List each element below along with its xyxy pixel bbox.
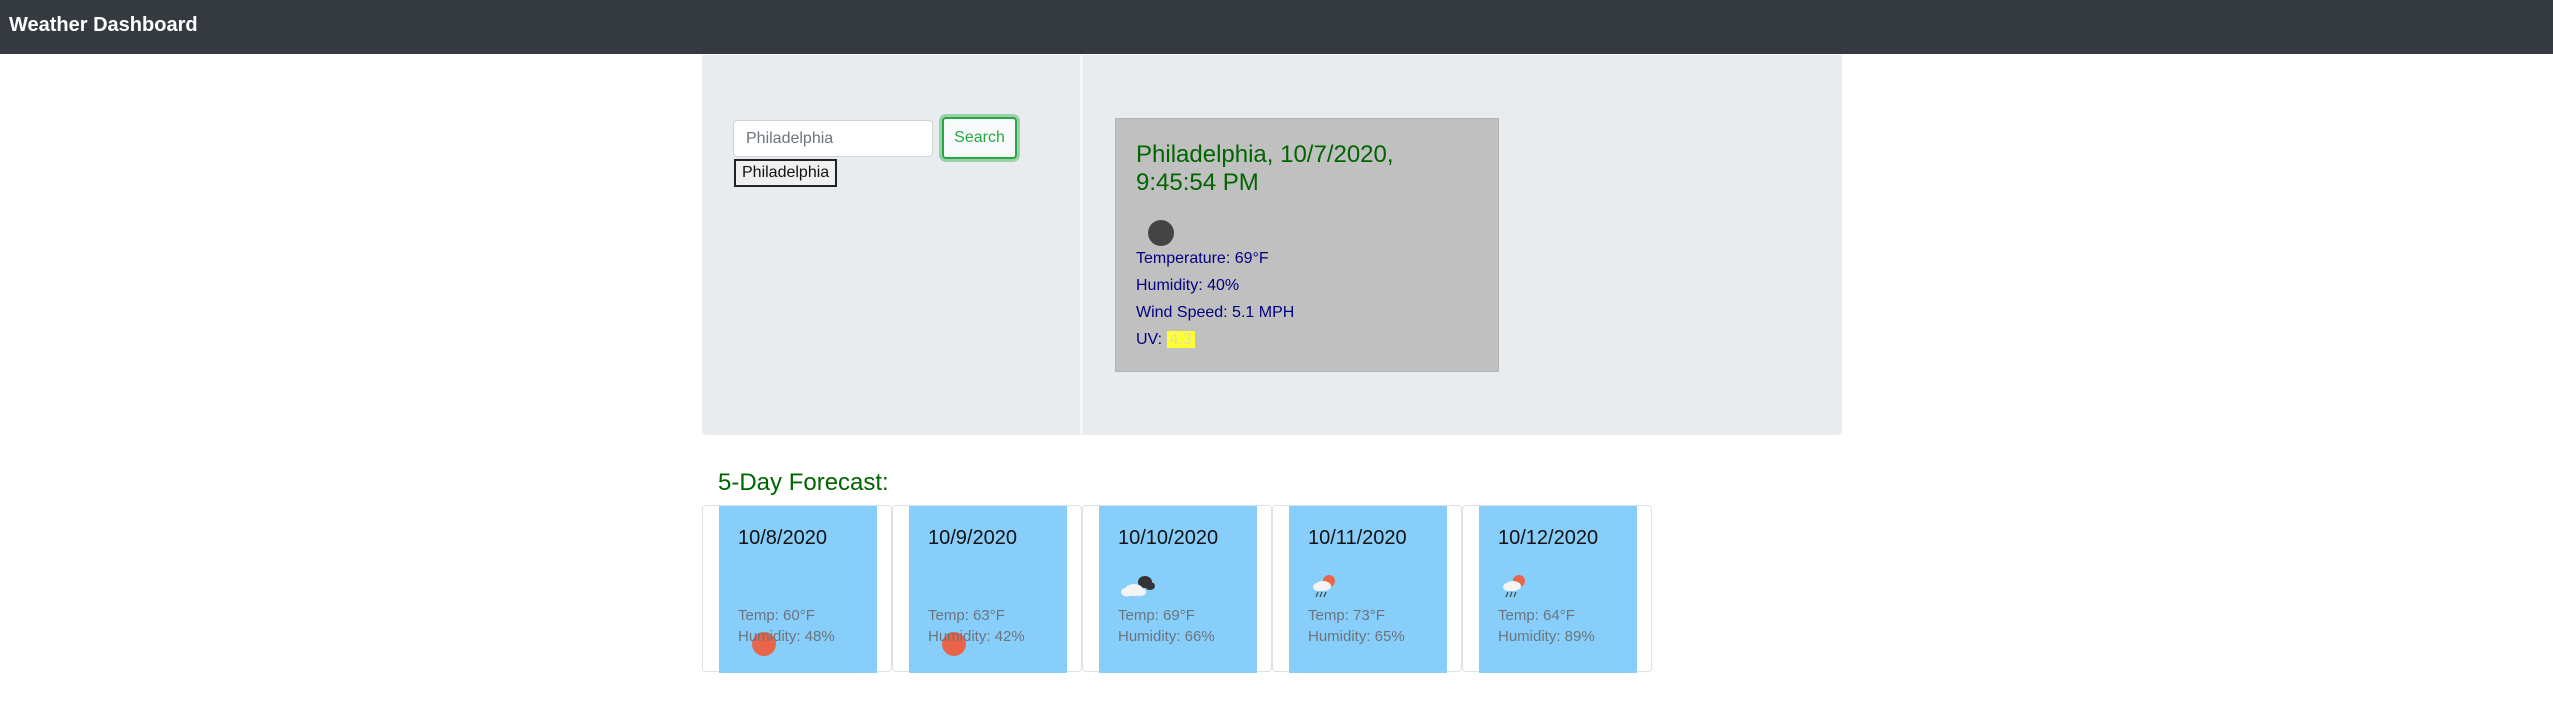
current-wind-speed: Wind Speed: 5.1 MPH [1136, 304, 1295, 321]
forecast-date: 10/10/2020 [1118, 527, 1219, 549]
forecast-card: 10/11/2020 Temp: 73°F Humidity: 65% [1289, 506, 1447, 673]
forecast-heading: 5-Day Forecast: [718, 469, 889, 496]
sun-icon [928, 568, 966, 656]
forecast-column: 10/10/2020 Temp: 69°F Humidity: 66% [1082, 505, 1272, 673]
current-weather-title: Philadelphia, 10/7/2020, 9:45:54 PM [1136, 141, 1394, 196]
navbar: Weather Dashboard [0, 0, 2553, 54]
search-button[interactable]: Search [942, 117, 1017, 159]
sun-icon [738, 568, 776, 656]
forecast-card: 10/10/2020 Temp: 69°F Humidity: 66% [1099, 506, 1257, 673]
forecast-date: 10/12/2020 [1498, 527, 1599, 549]
rain-sun-icon [1498, 568, 1532, 602]
forecast-card: 10/9/2020 Temp: 63°F Humidity: 42% [909, 506, 1067, 673]
forecast-date: 10/8/2020 [738, 527, 827, 549]
uv-index-badge: 4.3 [1166, 331, 1195, 348]
forecast-temp: Temp: 63°F [928, 607, 1005, 624]
forecast-humidity: Humidity: 48% [738, 628, 835, 645]
forecast-card: 10/8/2020 Temp: 60°F Humidity: 48% [719, 506, 877, 673]
forecast-humidity: Humidity: 65% [1308, 628, 1405, 645]
forecast-row: 10/8/2020 Temp: 60°F Humidity: 48% 10/9/… [702, 505, 1652, 673]
forecast-date: 10/9/2020 [928, 527, 1017, 549]
forecast-temp: Temp: 73°F [1308, 607, 1385, 624]
current-temperature: Temperature: 69°F [1136, 250, 1269, 267]
forecast-humidity: Humidity: 89% [1498, 628, 1595, 645]
forecast-humidity: Humidity: 66% [1118, 628, 1215, 645]
full-moon-icon [1148, 220, 1174, 246]
forecast-temp: Temp: 69°F [1118, 607, 1195, 624]
broken-clouds-icon [1118, 568, 1155, 602]
forecast-column: 10/12/2020 Temp: 64°F Humidity: 89% [1462, 505, 1652, 673]
forecast-card: 10/12/2020 Temp: 64°F Humidity: 89% [1479, 506, 1637, 673]
forecast-column: 10/9/2020 Temp: 63°F Humidity: 42% [892, 505, 1082, 673]
app-title[interactable]: Weather Dashboard [9, 14, 198, 37]
column-divider [1080, 55, 1083, 435]
current-weather-card: Philadelphia, 10/7/2020, 9:45:54 PM Temp… [1115, 118, 1499, 372]
current-humidity: Humidity: 40% [1136, 277, 1240, 294]
city-search-input[interactable] [733, 120, 933, 157]
forecast-temp: Temp: 64°F [1498, 607, 1575, 624]
search-history-item[interactable]: Philadelphia [734, 159, 838, 187]
forecast-date: 10/11/2020 [1308, 527, 1407, 549]
forecast-temp: Temp: 60°F [738, 607, 815, 624]
forecast-humidity: Humidity: 42% [928, 628, 1025, 645]
forecast-column: 10/8/2020 Temp: 60°F Humidity: 48% [702, 505, 892, 673]
current-uv: UV: 4.3 [1136, 331, 1195, 349]
rain-sun-icon [1308, 568, 1342, 602]
forecast-column: 10/11/2020 Temp: 73°F Humidity: 65% [1272, 505, 1462, 673]
uv-label: UV: [1136, 331, 1163, 348]
jumbotron: Search Philadelphia Philadelphia, 10/7/2… [702, 55, 1842, 435]
